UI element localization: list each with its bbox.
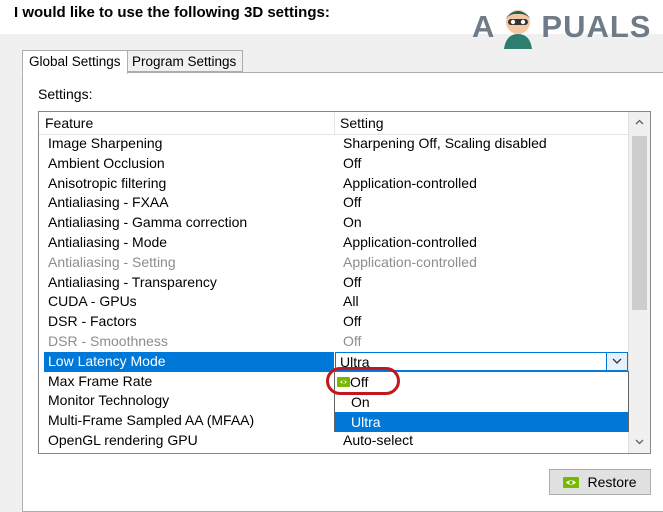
setting-cell: On xyxy=(343,214,362,231)
setting-cell: Off xyxy=(343,332,362,349)
option-label: Ultra xyxy=(351,414,381,430)
feature-cell: Low Latency Mode xyxy=(48,352,166,369)
table-row[interactable]: CUDA - GPUs All xyxy=(39,292,629,312)
feature-cell: Antialiasing - Mode xyxy=(48,233,168,250)
setting-cell: All xyxy=(343,293,359,310)
feature-cell: Monitor Technology xyxy=(48,392,170,409)
vertical-scrollbar[interactable] xyxy=(628,112,650,453)
watermark-right-text: PUALS xyxy=(541,9,652,44)
watermark-left-text: A xyxy=(472,9,496,44)
feature-cell: Multi-Frame Sampled AA (MFAA) xyxy=(48,412,255,429)
restore-button[interactable]: Restore xyxy=(549,469,651,495)
table-row-disabled: Antialiasing - Setting Application-contro… xyxy=(39,253,629,273)
tab-program-settings[interactable]: Program Settings xyxy=(125,50,244,72)
feature-cell: Antialiasing - FXAA xyxy=(48,194,169,211)
table-row[interactable]: Image Sharpening Sharpening Off, Scaling … xyxy=(39,134,629,154)
table-row-disabled: DSR - Smoothness Off xyxy=(39,332,629,352)
feature-cell: Antialiasing - Gamma correction xyxy=(48,214,248,231)
chevron-down-icon[interactable] xyxy=(606,352,627,370)
mascot-icon xyxy=(504,10,533,49)
nvidia-logo-icon xyxy=(563,476,580,488)
table-row[interactable]: Ambient Occlusion Off xyxy=(39,154,629,174)
restore-button-label: Restore xyxy=(587,474,637,490)
table-row[interactable]: OpenGL rendering GPU Auto-select xyxy=(39,431,629,451)
scroll-down-arrow-icon[interactable] xyxy=(629,432,650,452)
column-divider[interactable] xyxy=(334,112,335,134)
page-title: I would like to use the following 3D set… xyxy=(14,4,330,21)
scroll-up-arrow-icon[interactable] xyxy=(629,112,650,132)
feature-cell: CUDA - GPUs xyxy=(48,293,137,310)
setting-cell: Sharpening Off, Scaling disabled xyxy=(343,135,547,151)
highlight-annotation xyxy=(326,367,400,395)
setting-cell: Off xyxy=(343,273,362,290)
table-row[interactable]: Antialiasing - FXAA Off xyxy=(39,193,629,213)
appuals-watermark: A PUALS xyxy=(472,4,657,50)
setting-cell: Application-controlled xyxy=(343,233,477,250)
table-row[interactable]: Antialiasing - Gamma correction On xyxy=(39,213,629,233)
setting-cell: Off xyxy=(343,313,362,330)
setting-cell: Application-controlled xyxy=(343,253,477,270)
setting-cell: Off xyxy=(343,194,362,211)
feature-cell: Image Sharpening xyxy=(48,135,163,151)
option-on[interactable]: On xyxy=(335,392,628,412)
table-row[interactable]: DSR - Factors Off xyxy=(39,312,629,332)
feature-cell: Ambient Occlusion xyxy=(48,154,165,171)
setting-cell: Application-controlled xyxy=(343,174,477,191)
setting-cell: Auto-select xyxy=(343,431,414,448)
setting-column-header[interactable]: Setting xyxy=(340,112,384,134)
feature-column-header[interactable]: Feature xyxy=(45,112,93,134)
feature-cell: Max Frame Rate xyxy=(48,372,153,389)
feature-cell: Antialiasing - Setting xyxy=(48,253,176,270)
grid-header: Feature Setting xyxy=(39,112,629,135)
feature-cell: DSR - Smoothness xyxy=(48,332,168,349)
option-ultra[interactable]: Ultra xyxy=(335,412,628,432)
tab-global-settings[interactable]: Global Settings xyxy=(22,50,128,74)
setting-cell: Off xyxy=(343,154,362,171)
scroll-thumb[interactable] xyxy=(632,136,647,310)
feature-cell: DSR - Factors xyxy=(48,313,137,330)
feature-cell: Anisotropic filtering xyxy=(48,174,167,191)
feature-cell: OpenGL rendering GPU xyxy=(48,431,198,448)
feature-cell: Antialiasing - Transparency xyxy=(48,273,217,290)
table-row[interactable]: Anisotropic filtering Application-control… xyxy=(39,174,629,194)
settings-label: Settings: xyxy=(38,86,93,102)
table-row[interactable]: Antialiasing - Mode Application-controlle… xyxy=(39,233,629,253)
option-label: On xyxy=(351,394,370,410)
table-row[interactable]: Antialiasing - Transparency Off xyxy=(39,273,629,293)
